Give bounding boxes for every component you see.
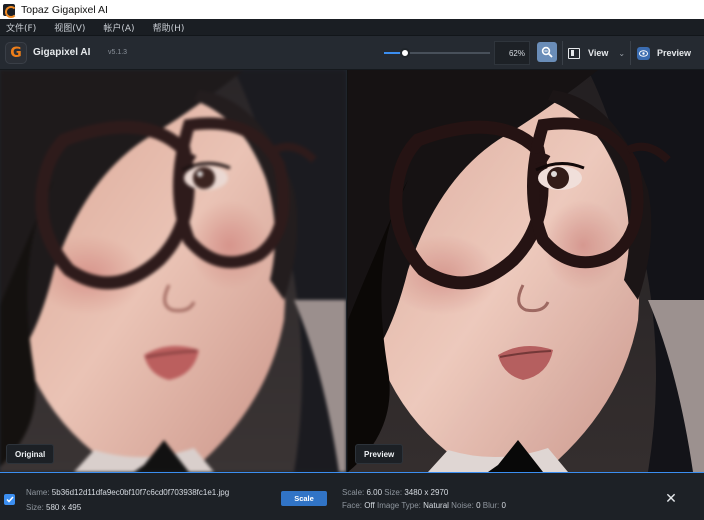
preview-toggle[interactable]: Preview	[637, 43, 691, 63]
preview-toggle-label: Preview	[657, 48, 692, 58]
preview-image-panel[interactable]: Preview	[347, 70, 704, 472]
file-size-label: Size:	[26, 503, 44, 512]
view-label: View	[588, 48, 609, 58]
menu-bar: 文件(F) 视图(V) 帐户(A) 帮助(H)	[0, 19, 704, 36]
main-toolbar: G Gigapixel AI v5.1.3 62% View ⌄ Preview	[0, 36, 704, 70]
window-title: Topaz Gigapixel AI	[21, 3, 108, 16]
eye-icon	[637, 46, 650, 60]
preview-image	[348, 70, 704, 472]
face-value: Off	[364, 501, 375, 510]
noise-label: Noise:	[451, 501, 474, 510]
menu-file[interactable]: 文件(F)	[6, 21, 36, 34]
file-name-row: Name: 5b36d12d11dfa9ec0bf10f7c6cd0f70393…	[26, 488, 229, 497]
toolbar-separator	[562, 41, 563, 65]
face-label: Face:	[342, 501, 363, 510]
image-type-label: Image Type:	[377, 501, 421, 510]
zoom-value-field[interactable]: 62%	[494, 41, 530, 65]
scale-value: 6.00	[366, 488, 383, 497]
chevron-down-icon: ⌄	[618, 48, 626, 58]
preview-label: Preview	[355, 444, 404, 464]
file-name: 5b36d12d11dfa9ec0bf10f7c6cd0f703938fc1e1…	[51, 488, 230, 497]
menu-help[interactable]: 帮助(H)	[153, 21, 185, 34]
blur-label: Blur:	[482, 501, 500, 510]
split-view-icon	[568, 47, 580, 59]
gigapixel-logo-icon: G	[5, 42, 27, 64]
close-icon[interactable]: ✕	[663, 490, 679, 506]
zoom-slider-handle[interactable]	[400, 48, 410, 58]
zoom-slider[interactable]	[384, 48, 490, 58]
scale-info-row: Scale: 6.00 Size: 3480 x 2970	[342, 488, 448, 497]
magnifier-icon	[541, 46, 553, 58]
file-size-row: Size: 580 x 495	[26, 503, 81, 512]
menu-view[interactable]: 视图(V)	[54, 21, 85, 34]
view-mode-button[interactable]: View ⌄	[568, 43, 625, 63]
file-name-label: Name:	[26, 488, 50, 497]
app-version: v5.1.3	[108, 49, 128, 56]
file-select-checkbox[interactable]	[4, 494, 15, 505]
app-name: Gigapixel AI	[33, 47, 91, 58]
scale-label: Scale:	[342, 488, 365, 497]
original-image-panel[interactable]: Original	[0, 70, 346, 472]
output-size-label: Size:	[384, 488, 403, 497]
model-info-row: Face: Off Image Type: Natural Noise: 0 B…	[342, 501, 506, 510]
menu-account[interactable]: 帐户(A)	[103, 21, 134, 34]
blur-value: 0	[501, 501, 506, 510]
logo-letter: G	[10, 45, 22, 61]
file-status-bar: Name: 5b36d12d11dfa9ec0bf10f7c6cd0f70393…	[0, 472, 704, 520]
scale-button[interactable]: Scale	[281, 491, 327, 506]
noise-value: 0	[476, 501, 481, 510]
topaz-logo-icon	[3, 3, 17, 18]
file-size: 580 x 495	[46, 503, 82, 512]
image-type-value: Natural	[423, 501, 449, 510]
output-size-value: 3480 x 2970	[404, 488, 449, 497]
window-titlebar: Topaz Gigapixel AI	[0, 0, 704, 19]
toolbar-separator	[630, 41, 631, 65]
original-label: Original	[6, 444, 55, 464]
checkmark-icon	[5, 496, 14, 503]
original-image	[0, 70, 346, 472]
zoom-fit-button[interactable]	[537, 42, 557, 62]
